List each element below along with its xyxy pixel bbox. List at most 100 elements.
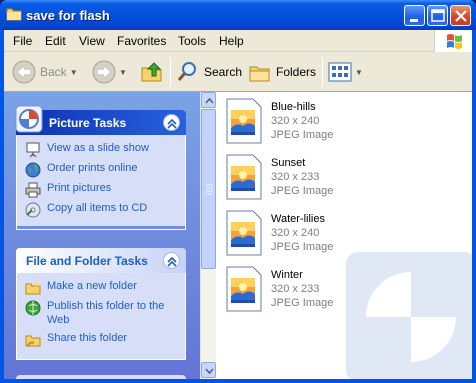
task-pane-scrollbar[interactable] [200,92,216,379]
task-label: Publish this folder to the Web [47,300,165,326]
back-arrow-icon [12,60,36,84]
file-type: JPEG Image [271,185,334,197]
toolbar-separator [322,58,323,86]
task-pane: Picture Tasks View as a slide show Order… [4,92,200,379]
task-publish-web[interactable]: Publish this folder to the Web [17,299,185,331]
file-name: Winter [271,269,303,281]
folders-button[interactable]: Folders [248,59,316,85]
task-share-folder[interactable]: Share this folder [17,331,185,351]
menu-favorites[interactable]: Favorites [117,34,166,48]
file-type: JPEG Image [271,241,334,253]
chevron-down-icon [205,368,214,375]
task-print-pictures[interactable]: Print pictures [17,181,185,201]
file-folder-tasks-title: File and Folder Tasks [26,254,148,268]
task-new-folder[interactable]: Make a new folder [17,279,185,299]
maximize-button[interactable] [427,5,448,26]
menu-view[interactable]: View [79,34,105,48]
back-dropdown-icon[interactable]: ▼ [70,68,78,77]
file-item[interactable]: Winter 320 x 233 JPEG Image [224,264,454,314]
file-type: JPEG Image [271,129,334,141]
picture-tasks-icon [15,105,43,133]
task-order-prints[interactable]: Order prints online [17,161,185,181]
new-folder-icon [25,281,41,295]
picture-tasks-panel: Picture Tasks View as a slide show Order… [15,105,186,230]
task-copy-to-cd[interactable]: Copy all items to CD [17,201,185,221]
search-label: Search [204,65,243,79]
publish-web-icon [25,300,41,316]
picture-tasks-title: Picture Tasks [49,116,127,130]
title-bar[interactable]: save for flash [0,0,476,30]
menu-help[interactable]: Help [219,34,244,48]
file-name: Sunset [271,157,306,169]
minimize-icon [410,19,418,22]
maximize-icon [431,9,445,22]
collapse-picture-tasks-button[interactable] [163,114,180,131]
printer-icon [25,182,41,198]
search-icon [177,62,196,81]
folder-icon [6,8,22,21]
scroll-down-button[interactable] [201,362,216,378]
task-slide-show[interactable]: View as a slide show [17,141,185,161]
file-dimensions: 320 x 233 [271,283,320,295]
close-icon [455,10,467,22]
explorer-window: save for flash File Edit View Favorites … [0,0,476,383]
jpeg-file-icon [226,98,262,144]
file-name: Blue-hills [271,101,316,113]
toolbar-separator [170,58,171,86]
file-name: Water-lilies [271,213,325,225]
picture-tasks-list: View as a slide show Order prints online… [16,135,186,230]
window-frame-right [472,30,476,383]
scroll-up-button[interactable] [201,92,216,108]
menu-edit[interactable]: Edit [45,34,66,48]
folders-icon [249,66,270,82]
file-type: JPEG Image [271,297,334,309]
file-list: Blue-hills 320 x 240 JPEG Image Sunset 3… [216,92,472,379]
content-area: Picture Tasks View as a slide show Order… [4,92,472,379]
file-dimensions: 320 x 240 [271,115,320,127]
forward-dropdown-icon[interactable]: ▼ [119,68,127,77]
task-label: Make a new folder [47,280,137,292]
file-item[interactable]: Sunset 320 x 233 JPEG Image [224,152,454,202]
menu-file[interactable]: File [13,34,32,48]
views-icon [328,62,352,82]
forward-arrow-icon [92,60,116,84]
task-label: Copy all items to CD [47,202,148,214]
windows-logo-icon [434,30,472,52]
window-title: save for flash [26,8,110,23]
back-label: Back [40,65,67,79]
menu-tools[interactable]: Tools [178,34,206,48]
window-frame-bottom [0,379,476,383]
task-label: Order prints online [47,162,138,174]
jpeg-file-icon [226,210,262,256]
toolbar: Back ▼ ▼ Search Folders ▼ [4,52,472,92]
back-button[interactable]: Back ▼ [12,59,78,85]
file-folder-tasks-panel: File and Folder Tasks Make a new folder [16,248,186,360]
window-frame-left [0,30,4,383]
file-item[interactable]: Blue-hills 320 x 240 JPEG Image [224,96,454,146]
views-button[interactable]: ▼ [328,59,363,85]
forward-button[interactable]: ▼ [92,59,127,85]
views-dropdown-icon[interactable]: ▼ [355,68,363,77]
up-folder-icon [141,62,162,82]
file-folder-tasks-header[interactable]: File and Folder Tasks [16,248,186,273]
chevron-up-icon [167,256,177,267]
jpeg-file-icon [226,266,262,312]
minimize-button[interactable] [404,5,425,26]
menu-bar: File Edit View Favorites Tools Help [4,30,472,52]
cd-icon [25,202,41,218]
slideshow-icon [26,142,40,158]
up-folder-button[interactable] [140,59,164,85]
collapse-file-folder-tasks-button[interactable] [163,252,180,269]
file-item[interactable]: Water-lilies 320 x 240 JPEG Image [224,208,454,258]
jpeg-file-icon [226,154,262,200]
close-button[interactable] [450,5,471,26]
scroll-thumb[interactable] [201,109,216,269]
grip-icon [206,184,213,195]
search-button[interactable]: Search [176,59,242,85]
file-dimensions: 320 x 233 [271,171,320,183]
folders-label: Folders [276,65,317,79]
share-folder-icon [25,335,41,347]
task-label: View as a slide show [47,142,149,154]
picture-tasks-header[interactable]: Picture Tasks [15,105,186,135]
chevron-up-icon [205,97,214,104]
